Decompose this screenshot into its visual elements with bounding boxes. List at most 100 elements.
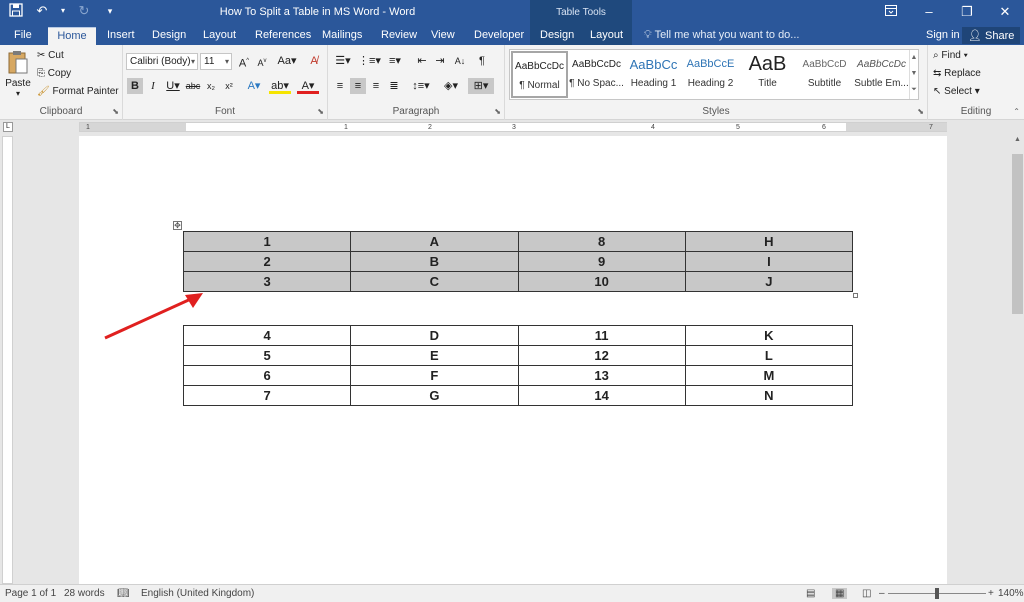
tab-insert[interactable]: Insert (101, 27, 141, 45)
format-painter-button[interactable]: 🖌︎ Format Painter (37, 86, 119, 97)
numbering-icon[interactable]: ⋮≡▾ (358, 53, 381, 69)
font-color-icon[interactable]: A▾ (297, 78, 319, 94)
table-cell[interactable]: 14 (517, 385, 686, 406)
table-cell[interactable]: 10 (517, 271, 686, 292)
scroll-up-icon[interactable]: ▲ (1011, 136, 1024, 148)
table-resize-handle[interactable] (853, 293, 858, 298)
web-layout-icon[interactable]: ◫ (862, 588, 871, 599)
subscript-icon[interactable]: x₂ (203, 78, 219, 94)
align-center-icon[interactable]: ≡ (350, 78, 366, 94)
increase-indent-icon[interactable]: ⇥ (432, 53, 448, 69)
vertical-ruler[interactable] (2, 136, 13, 584)
text-effects-icon[interactable]: A▾ (243, 78, 265, 94)
paragraph-launcher-icon[interactable]: ⬊ (494, 107, 501, 116)
tab-table-layout[interactable]: Layout (584, 27, 629, 45)
language[interactable]: English (United Kingdom) (141, 588, 254, 599)
tab-layout[interactable]: Layout (197, 27, 242, 45)
table-cell[interactable]: 11 (517, 325, 686, 346)
table-cell[interactable]: M (684, 365, 854, 386)
table-cell[interactable]: J (684, 271, 854, 292)
close-icon[interactable]: ✕ (986, 0, 1024, 25)
table-cell[interactable]: I (684, 251, 854, 272)
decrease-indent-icon[interactable]: ⇤ (414, 53, 430, 69)
bullets-icon[interactable]: ☰▾ (332, 53, 354, 69)
table-cell[interactable]: 8 (517, 231, 686, 252)
table-cell[interactable]: 6 (182, 365, 352, 386)
zoom-out-icon[interactable]: – (879, 588, 885, 599)
table-move-handle-icon[interactable]: ✥ (173, 221, 182, 230)
underline-icon[interactable]: U▾ (163, 78, 183, 94)
table-cell[interactable]: N (684, 385, 854, 406)
sign-in-link[interactable]: Sign in (926, 29, 960, 41)
tab-developer[interactable]: Developer (468, 27, 530, 45)
cut-button[interactable]: ✂ Cut (37, 50, 64, 61)
clear-formatting-icon[interactable]: A̸ (306, 53, 322, 69)
style-subtitle[interactable]: AaBbCcD Subtitle (796, 51, 853, 98)
align-left-icon[interactable]: ≡ (332, 78, 348, 94)
table-cell[interactable]: D (350, 325, 519, 346)
restore-icon[interactable]: ❐ (948, 0, 986, 25)
style-heading-1[interactable]: AaBbCc Heading 1 (625, 51, 682, 98)
table-cell[interactable]: F (350, 365, 519, 386)
table-cell[interactable]: 12 (517, 345, 686, 366)
tab-view[interactable]: View (425, 27, 461, 45)
paste-button[interactable]: Paste ▾ (5, 49, 31, 98)
find-button[interactable]: ⌕ Find ▾ (933, 50, 968, 61)
font-size-select[interactable]: 11 ▾ (200, 53, 232, 70)
share-button[interactable]: 👤︎ Share (962, 27, 1021, 44)
borders-icon[interactable]: ⊞▾ (468, 78, 494, 94)
table-cell[interactable]: 9 (517, 251, 686, 272)
replace-button[interactable]: ⇆ Replace (933, 68, 981, 79)
tab-home[interactable]: Home (48, 27, 96, 45)
table-cell[interactable]: 2 (182, 251, 352, 272)
styles-scroll[interactable]: ▲ ▼ ⏷ (909, 50, 918, 99)
word-count[interactable]: 28 words (64, 588, 105, 599)
table-cell[interactable]: 7 (182, 385, 352, 406)
table-cell[interactable]: 1 (182, 231, 352, 252)
tab-mailings[interactable]: Mailings (316, 27, 368, 45)
table-cell[interactable]: E (350, 345, 519, 366)
document-page[interactable]: ✥ 1 A 8 H 2 B 9 I 3 C 10 J 4 D 11 K 5 E 12 L 6 F 13 M 7 G 14 N (79, 136, 947, 584)
minimize-icon[interactable]: – (910, 0, 948, 25)
shading-icon[interactable]: ◈▾ (440, 78, 462, 94)
table-1[interactable]: 1 A 8 H 2 B 9 I 3 C 10 J (182, 231, 854, 292)
table-cell[interactable]: C (350, 271, 519, 292)
ribbon-display-icon[interactable] (872, 0, 910, 25)
strikethrough-icon[interactable]: abc (185, 78, 201, 94)
highlight-icon[interactable]: ab▾ (269, 78, 291, 94)
italic-icon[interactable]: I (145, 78, 161, 94)
tab-file[interactable]: File (8, 27, 38, 45)
table-2[interactable]: 4 D 11 K 5 E 12 L 6 F 13 M 7 G 14 N (182, 325, 854, 406)
table-cell[interactable]: H (684, 231, 854, 252)
style-title[interactable]: AaB Title (739, 51, 796, 98)
styles-launcher-icon[interactable]: ⬊ (917, 107, 924, 116)
table-cell[interactable]: L (684, 345, 854, 366)
read-mode-icon[interactable]: ▤ (806, 588, 815, 599)
line-spacing-icon[interactable]: ↕≡▾ (410, 78, 432, 94)
zoom-in-icon[interactable]: + (988, 588, 994, 599)
style-normal[interactable]: AaBbCcDc ¶ Normal (511, 51, 568, 98)
table-cell[interactable]: K (684, 325, 854, 346)
table-cell[interactable]: 13 (517, 365, 686, 386)
grow-font-icon[interactable]: A^ (236, 53, 252, 70)
multilevel-list-icon[interactable]: ≡▾ (384, 53, 406, 69)
tab-table-design[interactable]: Design (534, 27, 580, 45)
tab-review[interactable]: Review (375, 27, 423, 45)
style-heading-2[interactable]: AaBbCcE Heading 2 (682, 51, 739, 98)
scroll-thumb[interactable] (1012, 154, 1023, 314)
vertical-scrollbar[interactable]: ▲ (1011, 136, 1024, 584)
change-case-icon[interactable]: Aa▾ (276, 53, 298, 69)
tab-design[interactable]: Design (146, 27, 192, 45)
sort-icon[interactable]: A↓ (452, 53, 468, 69)
select-button[interactable]: ↖ Select ▾ (933, 86, 980, 97)
bold-icon[interactable]: B (127, 78, 143, 94)
zoom-level[interactable]: 140% (998, 588, 1024, 599)
table-cell[interactable]: G (350, 385, 519, 406)
font-launcher-icon[interactable]: ⬊ (317, 107, 324, 116)
tab-references[interactable]: References (249, 27, 317, 45)
zoom-slider-knob[interactable] (935, 588, 939, 599)
table-cell[interactable]: 5 (182, 345, 352, 366)
align-right-icon[interactable]: ≡ (368, 78, 384, 94)
tab-selector-icon[interactable]: L (3, 122, 13, 132)
superscript-icon[interactable]: x² (221, 78, 237, 94)
